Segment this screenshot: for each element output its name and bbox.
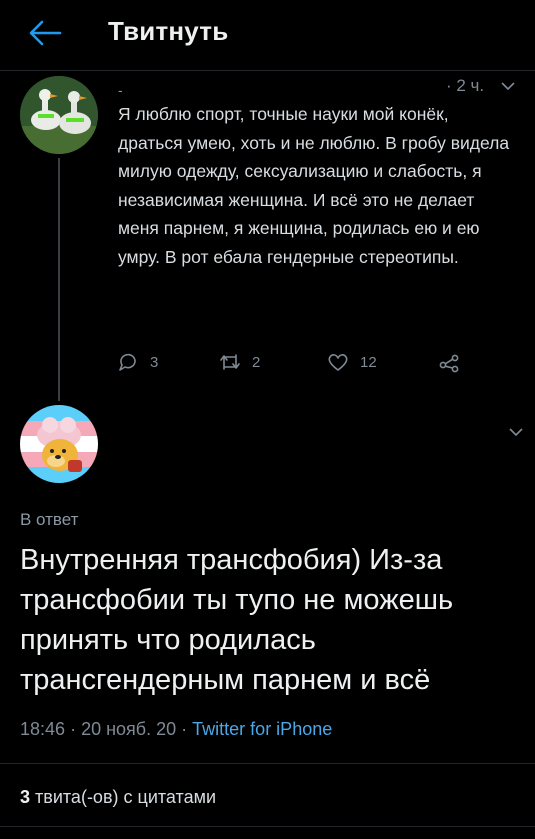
in-reply-label: В ответ (20, 510, 79, 529)
meta-separator: · (181, 719, 188, 739)
chevron-down-icon[interactable] (508, 424, 524, 440)
thread-line (58, 158, 60, 401)
heart-icon (328, 354, 348, 371)
retweet-count: 2 (252, 353, 261, 371)
meta-separator: · (70, 719, 77, 739)
chevron-down-icon[interactable] (500, 78, 516, 94)
tweet-text: Внутренняя трансфобия) Из-за трансфобии … (20, 544, 454, 696)
quote-count: 3 (20, 787, 31, 807)
tweet-time: 18:46 (20, 719, 66, 739)
page-title: Твитнуть (108, 16, 229, 46)
like-button[interactable]: 12 (326, 348, 377, 376)
tweet-text: Я люблю спорт, точные науки мой конёк, д… (118, 104, 510, 267)
meta-divider (0, 763, 535, 764)
tweet-source-link[interactable]: Twitter for iPhone (192, 719, 332, 739)
reply-button[interactable]: 3 (116, 348, 158, 376)
tweet-time: · 2 ч. (446, 76, 485, 95)
header-divider (0, 70, 535, 71)
arrow-left-icon[interactable] (26, 18, 62, 48)
bottom-divider (0, 826, 535, 827)
quote-tweets-link[interactable]: 3 твита(-ов) с цитатами (20, 787, 216, 808)
share-icon (439, 354, 459, 373)
share-button[interactable] (437, 348, 461, 376)
reply-icon (119, 353, 136, 371)
like-count: 12 (360, 353, 377, 371)
avatar[interactable] (20, 76, 98, 154)
retweet-icon (220, 354, 240, 370)
tweet-date: 20 нояб. 20 (81, 719, 177, 739)
header-bar: Твитнуть (0, 0, 535, 70)
quote-label: твита(-ов) с цитатами (35, 787, 217, 807)
tweet-meta: 18:46 · 20 нояб. 20 · Twitter for iPhone (20, 719, 332, 740)
reply-count: 3 (150, 353, 159, 371)
author-name[interactable]: - (118, 82, 123, 98)
avatar[interactable] (20, 405, 98, 483)
retweet-button[interactable]: 2 (218, 348, 260, 376)
